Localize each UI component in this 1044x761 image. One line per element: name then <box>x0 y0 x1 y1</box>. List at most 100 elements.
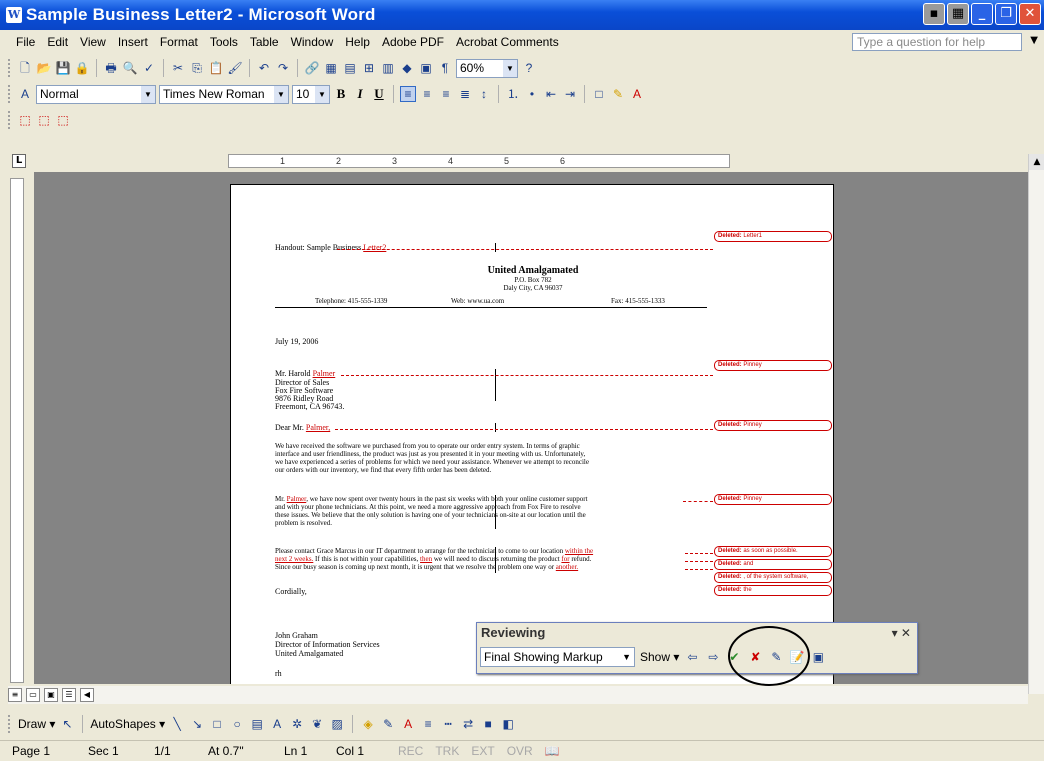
deleted-balloon[interactable]: Deleted: as soon as possible. <box>714 546 832 557</box>
print-preview-icon[interactable]: 🔍 <box>122 60 138 76</box>
reviewing-toolbar[interactable]: Reviewing ▾ ✕ Final Showing Markup ▼ Show … <box>476 622 918 674</box>
menu-adobe-pdf[interactable]: Adobe PDF <box>376 35 450 49</box>
tables-borders-icon[interactable]: ▦ <box>323 60 339 76</box>
deleted-balloon[interactable]: Deleted: , of the system software, <box>714 572 832 583</box>
minimize-button[interactable]: _ <box>971 3 993 25</box>
menu-help[interactable]: Help <box>339 35 376 49</box>
menu-file[interactable]: File <box>10 35 41 49</box>
border-icon[interactable]: □ <box>591 86 607 102</box>
status-rec[interactable]: REC <box>386 744 423 758</box>
vertical-ruler[interactable] <box>10 178 24 683</box>
arrow-style-icon[interactable]: ⇄ <box>460 716 476 732</box>
format-painter-icon[interactable]: 🖌 <box>227 60 243 76</box>
copy-icon[interactable]: ⎘ <box>189 60 205 76</box>
outline-view-icon[interactable]: ☰ <box>62 688 76 702</box>
bullets-icon[interactable]: • <box>524 86 540 102</box>
justify-icon[interactable]: ≣ <box>457 86 473 102</box>
document-page[interactable]: Handout: Sample Business Letter2 United … <box>230 184 834 684</box>
picture-icon[interactable]: ▨ <box>329 716 345 732</box>
paste-icon[interactable]: 📋 <box>208 60 224 76</box>
deleted-balloon[interactable]: Deleted: the <box>714 585 832 596</box>
cut-icon[interactable]: ✂ <box>170 60 186 76</box>
horizontal-scrollbar[interactable]: ≡ ▭ ▣ ☰ ◀ <box>8 686 1028 704</box>
convert-email-pdf-icon[interactable]: ⬚ <box>36 112 52 128</box>
deleted-balloon[interactable]: Deleted: Pinney <box>714 494 832 505</box>
status-ovr[interactable]: OVR <box>495 744 533 758</box>
align-center-icon[interactable]: ≡ <box>419 86 435 102</box>
menu-acrobat-comments[interactable]: Acrobat Comments <box>450 35 565 49</box>
increase-indent-icon[interactable]: ⇥ <box>562 86 578 102</box>
save-icon[interactable]: 💾 <box>55 60 71 76</box>
word-app-icon[interactable]: W <box>6 7 22 23</box>
doc-minimize-button[interactable]: ▪ <box>923 3 945 25</box>
horizontal-ruler[interactable]: 1 2 3 4 5 6 <box>228 154 730 168</box>
undo-icon[interactable]: ↶ <box>256 60 272 76</box>
draw-menu[interactable]: Draw ▾ <box>18 717 55 731</box>
rectangle-icon[interactable]: □ <box>209 716 225 732</box>
numbering-icon[interactable]: ⒈ <box>505 86 521 102</box>
redo-icon[interactable]: ↷ <box>275 60 291 76</box>
deleted-balloon[interactable]: Deleted: Pinney <box>714 420 832 431</box>
font-color-icon[interactable]: A <box>400 716 416 732</box>
convert-to-pdf-icon[interactable]: ⬚ <box>17 112 33 128</box>
select-objects-icon[interactable]: ↖ <box>59 716 75 732</box>
previous-change-icon[interactable]: ⇦ <box>684 649 700 665</box>
maximize-button[interactable]: ❐ <box>995 3 1017 25</box>
font-size-select[interactable]: 10 ▼ <box>292 84 330 104</box>
display-for-review-select[interactable]: Final Showing Markup ▼ <box>480 647 635 667</box>
status-ext[interactable]: EXT <box>459 744 494 758</box>
show-menu-button[interactable]: Show ▾ <box>640 650 679 664</box>
menu-edit[interactable]: Edit <box>41 35 74 49</box>
line-icon[interactable]: ╲ <box>169 716 185 732</box>
menu-tools[interactable]: Tools <box>204 35 244 49</box>
menu-view[interactable]: View <box>74 35 112 49</box>
autoshapes-menu[interactable]: AutoShapes ▾ <box>90 717 165 731</box>
bold-button[interactable]: B <box>333 86 349 102</box>
decrease-indent-icon[interactable]: ⇤ <box>543 86 559 102</box>
spelling-icon[interactable]: ✓ <box>141 60 157 76</box>
underline-button[interactable]: U <box>371 86 387 102</box>
arrow-icon[interactable]: ↘ <box>189 716 205 732</box>
wordart-icon[interactable]: A <box>269 716 285 732</box>
web-view-icon[interactable]: ▭ <box>26 688 40 702</box>
columns-icon[interactable]: ▥ <box>380 60 396 76</box>
align-right-icon[interactable]: ≡ <box>438 86 454 102</box>
help-dropdown-icon[interactable]: ▼ <box>1030 35 1038 46</box>
font-color-icon[interactable]: A <box>629 86 645 102</box>
help-search-input[interactable]: Type a question for help <box>852 33 1022 51</box>
fill-color-icon[interactable]: ◈ <box>360 716 376 732</box>
print-icon[interactable]: 🖶 <box>103 60 119 76</box>
hyperlink-icon[interactable]: 🔗 <box>304 60 320 76</box>
convert-review-pdf-icon[interactable]: ⬚ <box>55 112 71 128</box>
deleted-balloon[interactable]: Deleted: and <box>714 559 832 570</box>
doc-restore-button[interactable]: ▦ <box>947 3 969 25</box>
diagram-icon[interactable]: ✲ <box>289 716 305 732</box>
normal-view-icon[interactable]: ≡ <box>8 688 22 702</box>
3d-icon[interactable]: ◧ <box>500 716 516 732</box>
deleted-balloon[interactable]: Deleted: Pinney <box>714 360 832 371</box>
next-change-icon[interactable]: ⇨ <box>705 649 721 665</box>
permission-icon[interactable]: 🔒 <box>74 60 90 76</box>
clipart-icon[interactable]: ❦ <box>309 716 325 732</box>
italic-button[interactable]: I <box>352 86 368 102</box>
styles-formatting-icon[interactable]: A <box>17 86 33 102</box>
insert-table-icon[interactable]: ▤ <box>342 60 358 76</box>
font-select[interactable]: Times New Roman ▼ <box>159 84 289 104</box>
scroll-up-icon[interactable]: ▲ <box>1029 154 1044 170</box>
highlight-icon[interactable]: ✎ <box>610 86 626 102</box>
deleted-balloon[interactable]: Deleted: Letter1 <box>714 231 832 242</box>
menu-insert[interactable]: Insert <box>112 35 154 49</box>
menu-table[interactable]: Table <box>244 35 285 49</box>
style-select[interactable]: Normal ▼ <box>36 84 156 104</box>
shadow-icon[interactable]: ■ <box>480 716 496 732</box>
insert-excel-icon[interactable]: ⊞ <box>361 60 377 76</box>
toolbar-close-icon[interactable]: ▾ ✕ <box>892 623 911 643</box>
spelling-status-icon[interactable]: 📖 <box>533 744 560 758</box>
oval-icon[interactable]: ○ <box>229 716 245 732</box>
reviewing-pane-icon[interactable]: ▣ <box>810 649 826 665</box>
help-icon[interactable]: ? <box>521 60 537 76</box>
align-left-icon[interactable]: ≡ <box>400 86 416 102</box>
tab-selector[interactable]: L <box>12 154 26 168</box>
line-spacing-icon[interactable]: ↕ <box>476 86 492 102</box>
reading-view-icon[interactable]: ◀ <box>80 688 94 702</box>
